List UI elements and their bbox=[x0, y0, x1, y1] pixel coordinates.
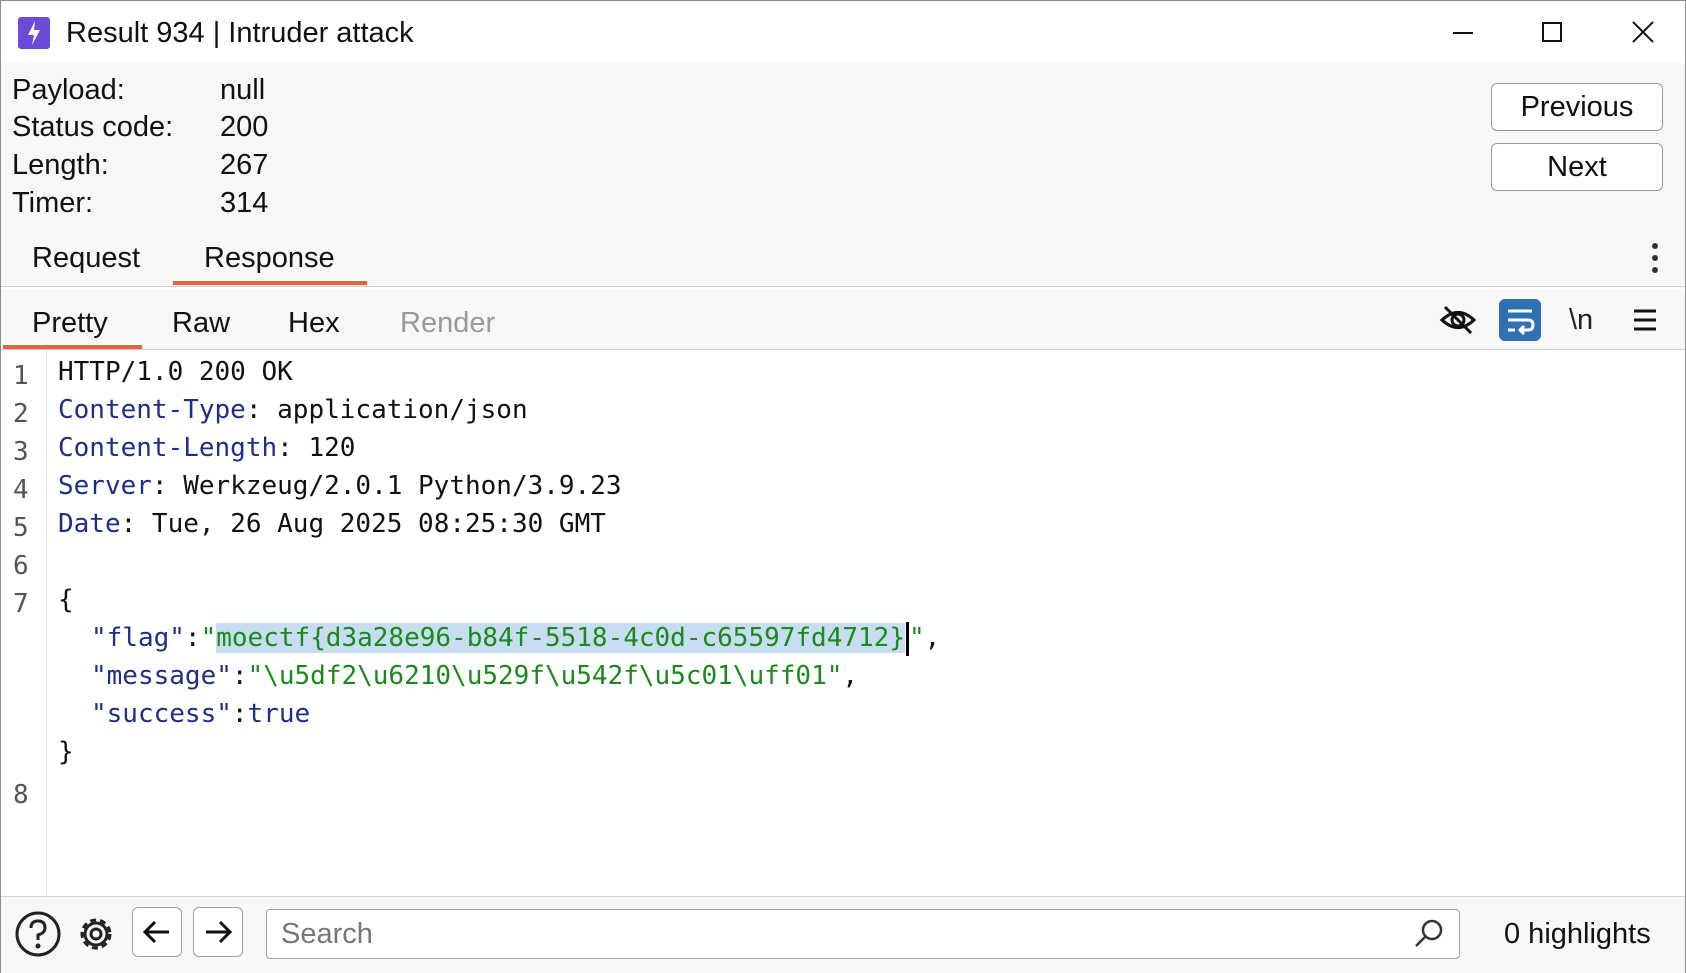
result-info-panel: Payload: null Status code: 200 Length: 2… bbox=[1, 63, 1685, 285]
json-open-brace: { bbox=[58, 585, 74, 615]
search-bar: 0 highlights bbox=[1, 896, 1685, 973]
subtab-raw[interactable]: Raw bbox=[172, 305, 230, 341]
json-success-line: "success":true bbox=[91, 699, 311, 729]
json-close-brace: } bbox=[58, 737, 74, 767]
json-flag-line: "flag":"moectf{d3a28e96-b84f-5518-4c0d-c… bbox=[91, 620, 940, 656]
status-code-label: Status code: bbox=[12, 111, 174, 143]
line-number: 7 bbox=[13, 589, 29, 619]
flag-value-selected[interactable]: moectf{d3a28e96-b84f-5518-4c0d-c65597fd4… bbox=[216, 623, 905, 653]
header-name: Content-Length bbox=[58, 433, 278, 463]
json-key: "flag" bbox=[91, 623, 185, 653]
hide-eye-icon[interactable] bbox=[1437, 299, 1479, 341]
window-title: Result 934 | Intruder attack bbox=[66, 17, 414, 49]
line-number: 1 bbox=[13, 361, 29, 391]
highlights-count: 0 highlights bbox=[1504, 918, 1651, 950]
line-number: 3 bbox=[13, 437, 29, 467]
json-message-line: "message":"\u5df2\u6210\u529f\u542f\u5c0… bbox=[91, 661, 859, 691]
wrap-lines-icon[interactable] bbox=[1499, 299, 1541, 341]
maximize-icon[interactable] bbox=[1522, 9, 1582, 59]
menu-icon[interactable] bbox=[1624, 299, 1666, 341]
line-number: 5 bbox=[13, 513, 29, 543]
forward-arrow-button[interactable] bbox=[193, 907, 243, 957]
code-line-header: Content-Length: 120 bbox=[58, 430, 355, 466]
code-line-header: Date: Tue, 26 Aug 2025 08:25:30 GMT bbox=[58, 506, 606, 542]
payload-value: null bbox=[220, 74, 266, 106]
line-number: 2 bbox=[13, 399, 29, 429]
line-number: 6 bbox=[13, 551, 29, 581]
help-icon[interactable] bbox=[13, 909, 63, 959]
length-label: Length: bbox=[12, 149, 109, 181]
json-key: "success" bbox=[91, 699, 232, 729]
tab-response[interactable]: Response bbox=[204, 240, 335, 276]
header-value: : 120 bbox=[277, 433, 356, 463]
previous-button[interactable]: Previous bbox=[1491, 83, 1663, 131]
tab-response-underline bbox=[173, 281, 367, 285]
newline-icon[interactable]: \n bbox=[1569, 302, 1593, 338]
line-number: 4 bbox=[13, 475, 29, 505]
length-value: 267 bbox=[220, 149, 269, 181]
settings-gear-icon[interactable] bbox=[71, 909, 121, 959]
status-code-value: 200 bbox=[220, 111, 269, 143]
response-editor[interactable]: 1 2 3 4 5 6 7 8 HTTP/1.0 200 OK Content-… bbox=[1, 350, 1685, 895]
code-line-header: Content-Type: application/json bbox=[58, 392, 528, 428]
header-value: : Tue, 26 Aug 2025 08:25:30 GMT bbox=[120, 509, 606, 539]
header-value: : Werkzeug/2.0.1 Python/3.9.23 bbox=[151, 471, 622, 501]
next-button[interactable]: Next bbox=[1491, 143, 1663, 191]
code-line-header: Server: Werkzeug/2.0.1 Python/3.9.23 bbox=[58, 468, 622, 504]
burp-app-icon bbox=[18, 17, 50, 49]
line-number-gutter: 1 2 3 4 5 6 7 8 bbox=[1, 350, 47, 895]
title-bar: Result 934 | Intruder attack bbox=[1, 1, 1685, 63]
timer-label: Timer: bbox=[12, 187, 94, 219]
json-string-value: "\u5df2\u6210\u529f\u542f\u5c01\uff01" bbox=[247, 661, 843, 691]
code-line-status: HTTP/1.0 200 OK bbox=[58, 357, 293, 387]
timer-value: 314 bbox=[220, 187, 269, 219]
json-bool-value: true bbox=[247, 699, 311, 729]
divider bbox=[1, 286, 1685, 287]
intruder-result-window: Result 934 | Intruder attack Payload: nu… bbox=[0, 0, 1686, 973]
minimize-icon[interactable] bbox=[1433, 9, 1493, 59]
line-number: 8 bbox=[13, 780, 29, 810]
header-value: : application/json bbox=[245, 395, 528, 425]
subtab-pretty[interactable]: Pretty bbox=[32, 305, 108, 341]
subtab-hex[interactable]: Hex bbox=[288, 305, 340, 341]
search-input[interactable] bbox=[266, 909, 1460, 959]
header-name: Date bbox=[58, 509, 121, 539]
close-icon[interactable] bbox=[1612, 9, 1672, 59]
back-arrow-button[interactable] bbox=[132, 907, 182, 957]
payload-label: Payload: bbox=[12, 74, 125, 106]
subtab-render[interactable]: Render bbox=[400, 305, 495, 341]
view-mode-bar: Pretty Raw Hex Render \n bbox=[1, 289, 1685, 349]
more-options-icon[interactable] bbox=[1649, 243, 1661, 283]
header-name: Content-Type bbox=[58, 395, 246, 425]
header-name: Server bbox=[58, 471, 152, 501]
json-key: "message" bbox=[91, 661, 232, 691]
search-icon[interactable] bbox=[1412, 917, 1446, 951]
tab-request[interactable]: Request bbox=[32, 240, 140, 276]
